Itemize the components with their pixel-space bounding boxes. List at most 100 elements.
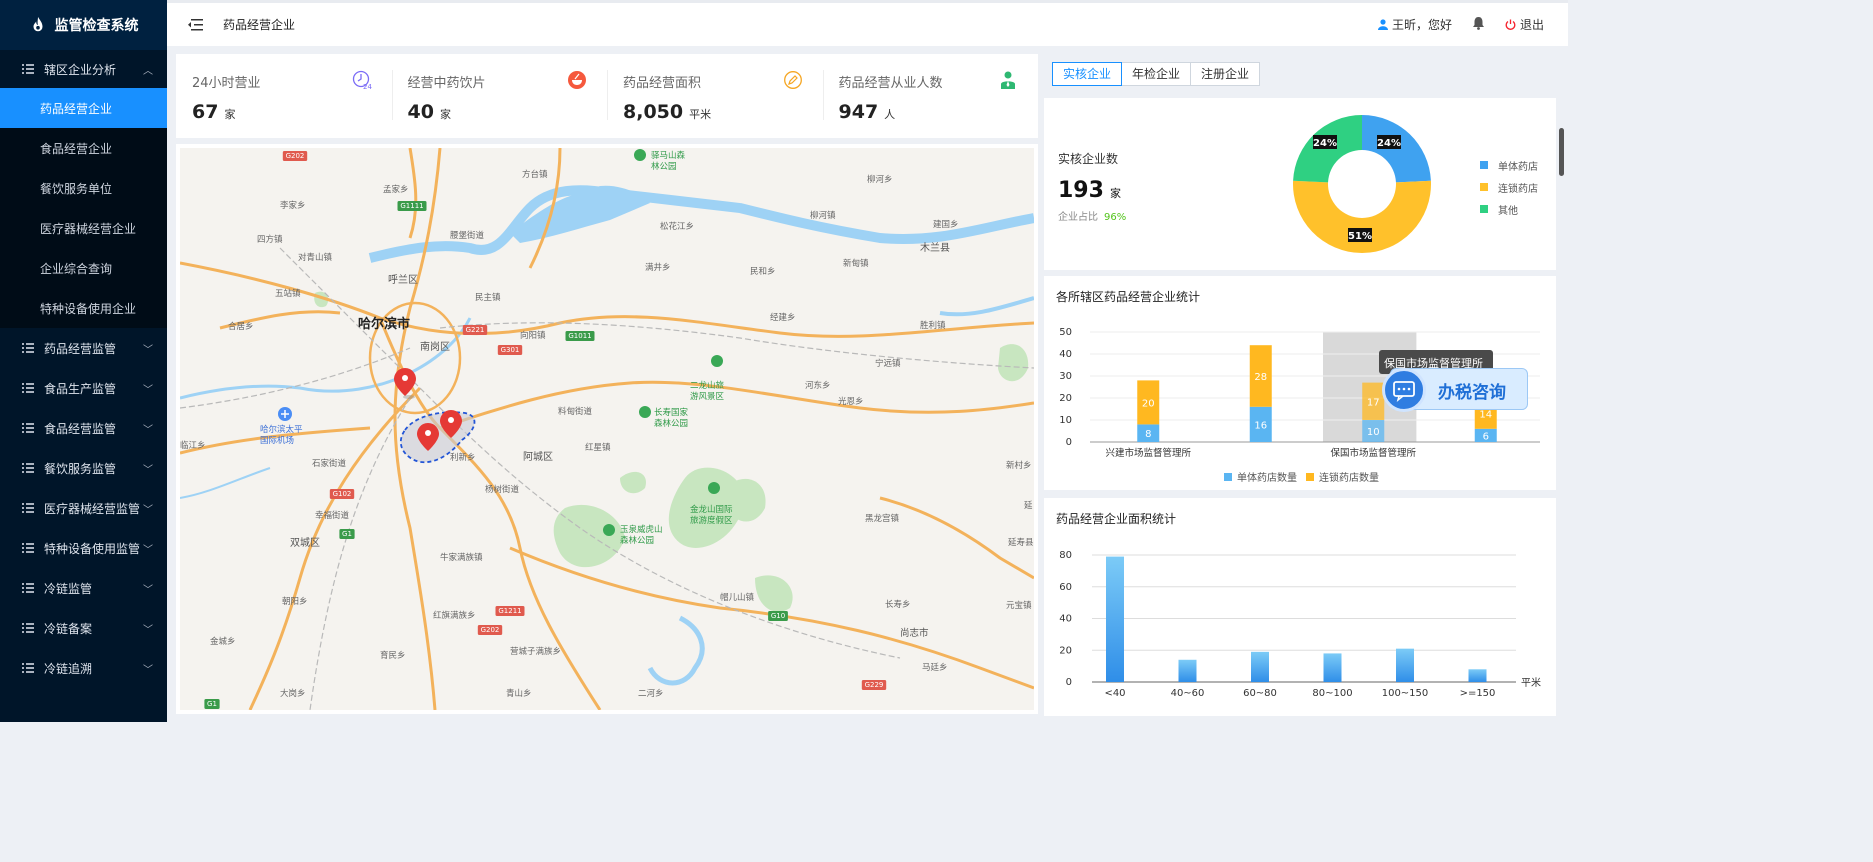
sidebar-item-drug-business[interactable]: 药品经营企业 [0, 88, 167, 128]
map-label: 五站镇 [275, 288, 301, 299]
tab-registered[interactable]: 注册企业 [1191, 62, 1261, 86]
map-label: 黑龙宫镇 [865, 513, 900, 524]
summary-title: 实核企业数 [1058, 152, 1119, 166]
legend-label: 连锁药店数量 [1319, 471, 1379, 484]
menu-group-item[interactable]: 冷链监管 ﹀ [0, 568, 167, 608]
sidebar-item-label: 食品经营企业 [40, 141, 113, 156]
legend-label: 其他 [1498, 205, 1518, 217]
stat-area: 药品经营面积 8,050 平米 [607, 54, 823, 138]
map-poi-label: 长寿国家森林公园 [654, 407, 689, 429]
map-panel[interactable]: G202 G1111 G221 G301 G1011 G102 G1 G1211 G202 G10… [176, 144, 1038, 714]
consult-label: 办税咨询 [1438, 383, 1506, 403]
user-area: 王昕，您好 退出 [1377, 16, 1544, 33]
road-shield-label: G102 [333, 490, 352, 498]
road-shield-label: G229 [865, 681, 884, 689]
tab-annual-inspection[interactable]: 年检企业 [1122, 62, 1192, 86]
app-title: 监管检查系统 [54, 18, 139, 34]
map-label: 腰堡街道 [450, 230, 485, 241]
area-pencil-icon [783, 71, 802, 89]
map-label: 金城乡 [210, 636, 236, 647]
tab-verified[interactable]: 实核企业 [1052, 62, 1123, 86]
bar-data-label: 16 [1254, 420, 1267, 431]
chevron-down-icon: ﹀ [143, 584, 153, 596]
ratio-value: 96% [1104, 212, 1127, 223]
legend-swatch [1224, 473, 1232, 481]
y-tick-label: 40 [1059, 349, 1072, 360]
menu-group-item[interactable]: 药品经营监管 ﹀ [0, 328, 167, 368]
stat-value: 947 [838, 101, 879, 123]
map-label: 柳河乡 [867, 174, 893, 185]
menu-group-district-analysis[interactable]: 辖区企业分析 ︿ [0, 50, 167, 88]
bar [1106, 556, 1124, 682]
y-tick-label: 20 [1059, 645, 1072, 656]
sidebar-item-medical-device[interactable]: 医疗器械经营企业 [0, 208, 167, 248]
legend-item[interactable]: 连锁药店 [1480, 176, 1538, 198]
user-greeting[interactable]: 王昕，您好 [1377, 16, 1452, 33]
highways [180, 148, 1034, 710]
sidebar-item-enterprise-query[interactable]: 企业综合查询 [0, 248, 167, 288]
menu-group-label: 食品经营监管 [44, 421, 117, 436]
y-tick-label: 60 [1059, 582, 1072, 593]
y-tick-label: 0 [1066, 437, 1072, 448]
menu-list-icon [22, 64, 34, 74]
menu-group-item[interactable]: 冷链备案 ﹀ [0, 608, 167, 648]
summary-value: 193 [1058, 178, 1104, 203]
menu-group-item[interactable]: 医疗器械经营监管 ﹀ [0, 488, 167, 528]
menu-group-item[interactable]: 餐饮服务监管 ﹀ [0, 448, 167, 488]
topbar: 药品经营企业 王昕，您好 退出 [167, 0, 1568, 46]
y-tick-label: 50 [1059, 327, 1072, 338]
stat-value: 8,050 [623, 101, 684, 123]
x-tick-label: 保国市场监督管理所 [1330, 447, 1416, 459]
breadcrumb: 药品经营企业 [223, 18, 296, 32]
stat-staff: 药品经营从业人数 947 人 [822, 54, 1039, 138]
map-label: 延寿县 [1008, 537, 1034, 548]
menu-group-label: 医疗器械经营监管 [44, 501, 141, 516]
summary-unit: 家 [1109, 187, 1121, 200]
bar-data-label: 8 [1145, 429, 1151, 440]
sidebar-item-special-equipment[interactable]: 特种设备使用企业 [0, 288, 167, 328]
menu-group-item[interactable]: 食品生产监管 ﹀ [0, 368, 167, 408]
bar-data-label: 28 [1254, 372, 1267, 383]
map-label: 朝阳乡 [282, 597, 308, 607]
menu-group-label: 辖区企业分析 [44, 62, 117, 77]
donut-chart: 24% 51% 24% [1293, 115, 1431, 253]
x-unit-label: 平米 [1521, 676, 1541, 689]
bar-data-label: 20 [1142, 398, 1155, 409]
menu-group-item[interactable]: 冷链追溯 ﹀ [0, 648, 167, 688]
chevron-up-icon: ︿ [143, 65, 153, 77]
logout-label: 退出 [1519, 18, 1544, 32]
menu-fold-icon[interactable] [187, 18, 203, 32]
y-tick-label: 10 [1059, 415, 1072, 426]
legend-item[interactable]: 单体药店 [1480, 154, 1538, 176]
map-label: 帽儿山镇 [720, 592, 755, 603]
bar-data-label: 6 [1483, 431, 1489, 442]
verified-summary-panel: 实核企业数 193 家 企业占比 96% 24% 51% 24% 单体药店 连锁药店 其他 [1044, 98, 1556, 270]
app-logo[interactable]: 监管检查系统 [0, 0, 167, 50]
menu-list-icon [22, 583, 34, 593]
scrollbar-thumb[interactable] [1559, 128, 1564, 176]
pie-slice[interactable] [1293, 180, 1431, 253]
map-label: 红星镇 [585, 442, 611, 453]
map-label: 利新乡 [450, 452, 476, 463]
road-shield-label: G1 [342, 530, 352, 538]
sidebar-item-food-business[interactable]: 食品经营企业 [0, 128, 167, 168]
sidebar-item-catering[interactable]: 餐饮服务单位 [0, 168, 167, 208]
stat-value: 67 [192, 101, 219, 123]
logout-button[interactable]: 退出 [1505, 16, 1544, 33]
map-canvas[interactable]: G202 G1111 G221 G301 G1011 G102 G1 G1211 G202 G10… [180, 148, 1034, 710]
menu-group-label: 食品生产监管 [44, 381, 117, 396]
tax-consult-button[interactable]: 办税咨询 [1382, 366, 1528, 412]
sidebar-item-label: 医疗器械经营企业 [40, 221, 137, 236]
menu-group-item[interactable]: 食品经营监管 ﹀ [0, 408, 167, 448]
menu-list-icon [22, 623, 34, 633]
legend-item[interactable]: 其他 [1480, 198, 1538, 220]
menu-list-icon [22, 543, 34, 553]
legend-swatch [1480, 183, 1488, 191]
chevron-down-icon: ﹀ [143, 424, 153, 436]
chevron-down-icon: ﹀ [143, 504, 153, 516]
stat-unit: 平米 [689, 108, 712, 121]
x-tick-label: <40 [1104, 688, 1125, 699]
bell-icon[interactable] [1472, 16, 1485, 33]
map-label: 河东乡 [805, 380, 831, 391]
menu-group-item[interactable]: 特种设备使用监管 ﹀ [0, 528, 167, 568]
